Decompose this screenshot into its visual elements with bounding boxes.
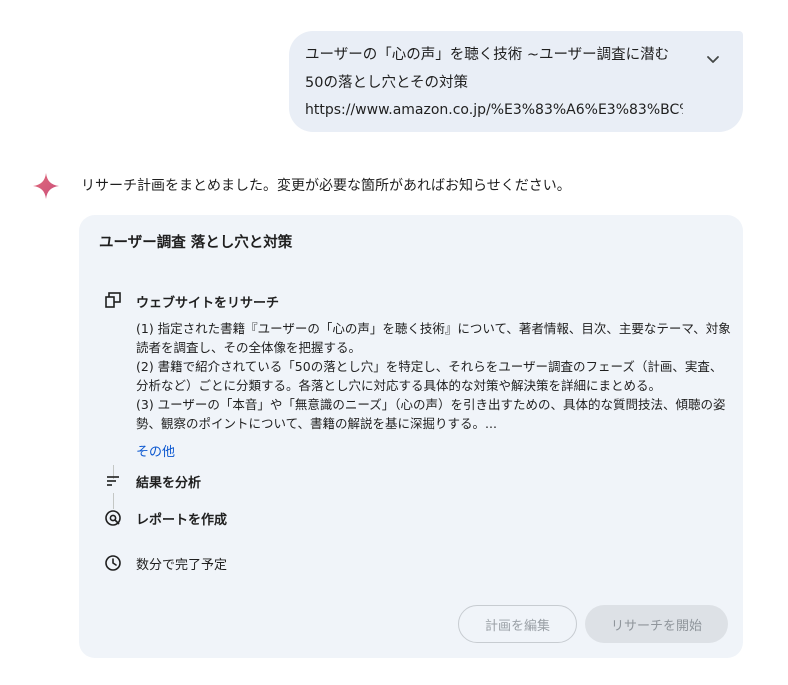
detail-item: (1) 指定された書籍『ユーザーの「心の声」を聴く技術』について、著者情報、目次… [136, 321, 731, 355]
step-label-create-report: レポートを作成 [136, 513, 228, 528]
edit-plan-button[interactable]: 計画を編集 [458, 605, 577, 643]
gemini-sparkle-icon [33, 173, 59, 199]
clock-icon [105, 555, 121, 571]
step-connector [113, 493, 114, 509]
analyze-results-icon [107, 476, 119, 486]
eta-text: 数分で完了予定 [136, 558, 228, 573]
detail-item: (2) 書籍で紹介されている「50の落とし穴」を特定し、それらをユーザー調査のフ… [136, 359, 723, 393]
show-more-link[interactable]: その他 [136, 441, 175, 460]
detail-item: (3) ユーザーの「本音」や「無意識のニーズ」（心の声）を引き出すための、具体的… [136, 397, 726, 431]
step-details: (1) 指定された書籍『ユーザーの「心の声」を聴く技術』について、著者情報、目次… [136, 319, 732, 433]
assistant-message: リサーチ計画をまとめました。変更が必要な箇所があればお知らせください。 [81, 178, 571, 194]
create-report-icon [105, 510, 121, 526]
website-research-icon [105, 292, 121, 308]
chevron-down-icon[interactable] [705, 51, 721, 67]
user-message-line: ユーザーの「心の声」を聴く技術 ~ユーザー調査に潜む [305, 47, 670, 63]
user-message-bubble: ユーザーの「心の声」を聴く技術 ~ユーザー調査に潜む 50の落とし穴とその対策 … [289, 31, 743, 132]
research-plan-card: ユーザー調査 落とし穴と対策 ウェブサイトをリサーチ (1) 指定された書籍『ユ… [79, 215, 743, 658]
step-label-analyze-results: 結果を分析 [136, 476, 202, 491]
start-research-button[interactable]: リサーチを開始 [585, 605, 728, 643]
user-message-url: https://www.amazon.co.jp/%E3%83%A6%E3%83… [305, 102, 683, 118]
plan-title: ユーザー調査 落とし穴と対策 [99, 235, 293, 251]
user-message-line: 50の落とし穴とその対策 [305, 74, 469, 91]
step-label-website-research: ウェブサイトをリサーチ [136, 296, 280, 311]
